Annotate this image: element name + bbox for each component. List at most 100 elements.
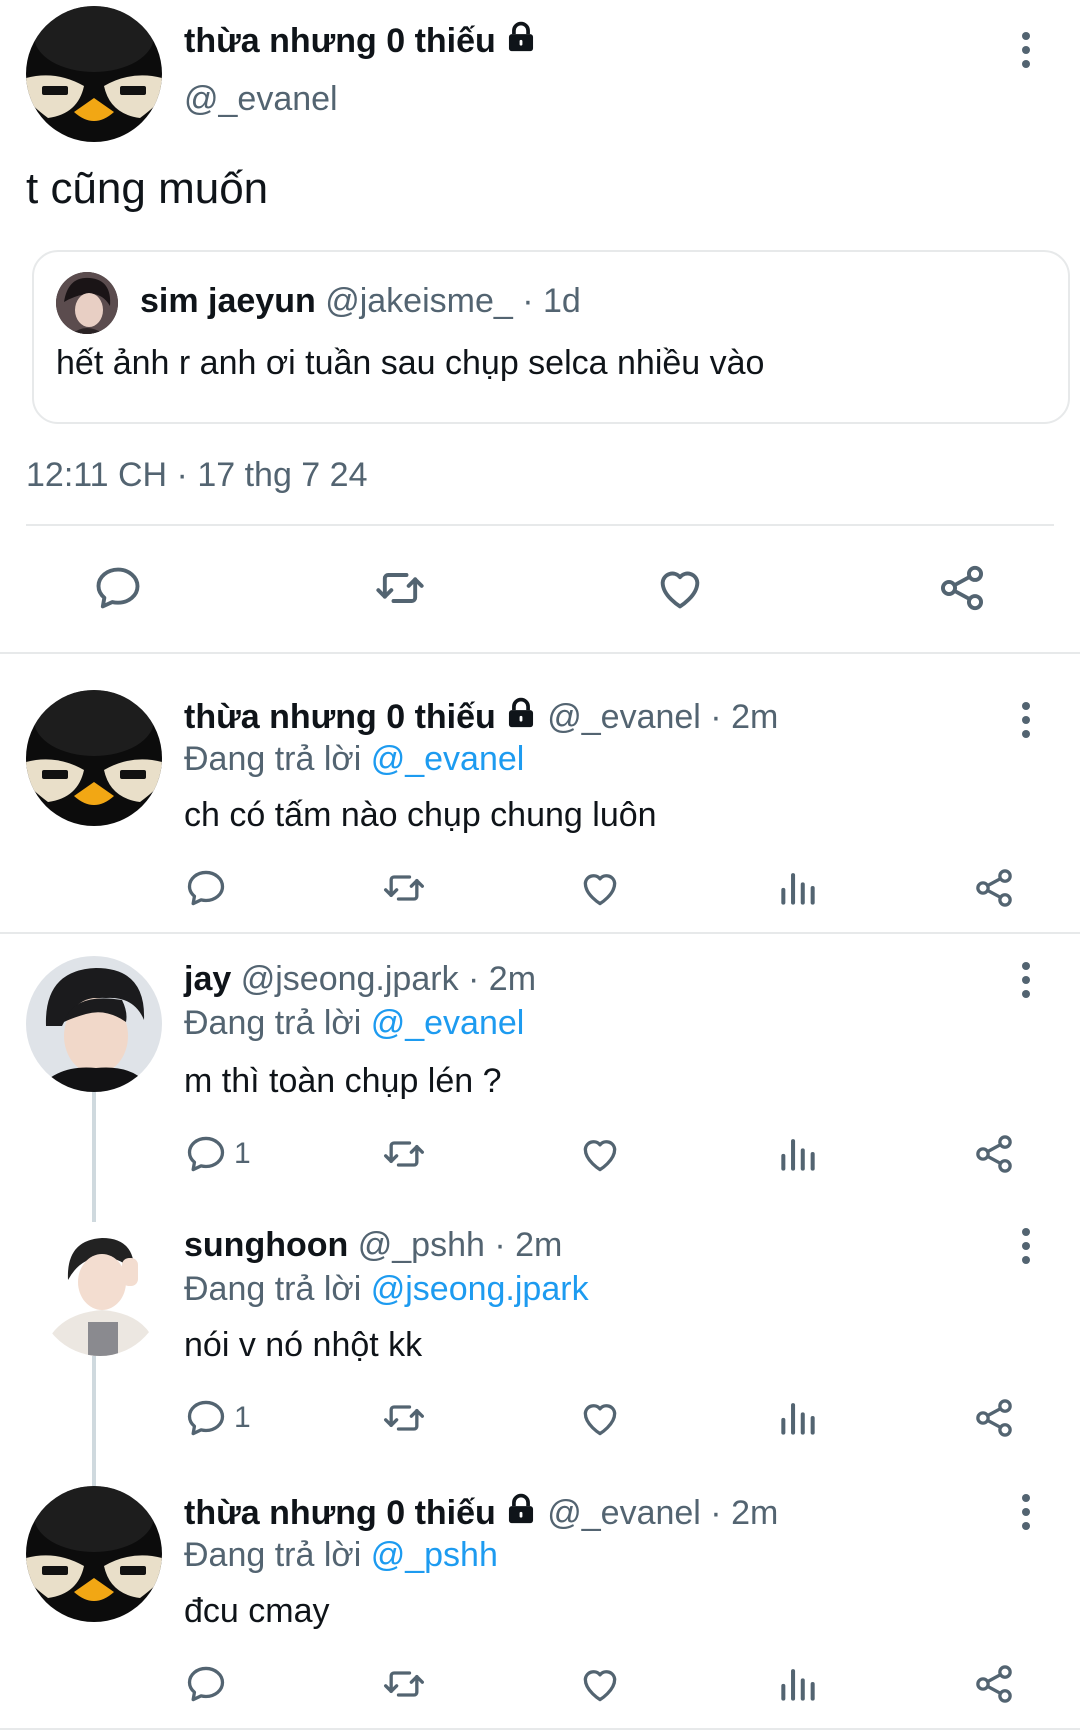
- lock-icon: [504, 696, 538, 730]
- reply-text: nói v nó nhột kk: [184, 1326, 423, 1364]
- analytics-icon: [776, 866, 820, 910]
- lock-icon: [504, 1492, 538, 1526]
- share-button[interactable]: [972, 1132, 1016, 1176]
- reply-count: 1: [234, 1401, 251, 1434]
- like-icon: [578, 1132, 622, 1176]
- reply-icon: [92, 562, 144, 614]
- timestamp: 12:11 CH · 17 thg 7 24: [26, 456, 368, 494]
- retweet-icon: [380, 1132, 428, 1176]
- retweet-button[interactable]: [380, 866, 428, 910]
- thread-line: [92, 1356, 96, 1486]
- like-icon: [578, 1662, 622, 1706]
- quote-author-name: sim jaeyun: [140, 282, 316, 320]
- person-avatar-icon: [56, 272, 118, 334]
- retweet-button[interactable]: [380, 1132, 428, 1176]
- author-name[interactable]: thừa nhưng 0 thiếu: [184, 698, 496, 736]
- reply-icon: [184, 1662, 228, 1706]
- reply-button[interactable]: [184, 866, 234, 910]
- retweet-icon: [380, 1396, 428, 1440]
- share-icon: [972, 1662, 1016, 1706]
- analytics-icon: [776, 1132, 820, 1176]
- handle-time[interactable]: @jseong.jpark · 2m: [241, 960, 536, 998]
- avatar: [56, 272, 118, 334]
- penguin-avatar-icon: [26, 1486, 162, 1622]
- handle-time[interactable]: @_pshh · 2m: [358, 1226, 563, 1264]
- like-icon: [578, 866, 622, 910]
- retweet-icon: [380, 1662, 428, 1706]
- like-icon: [654, 562, 706, 614]
- reply-button[interactable]: [184, 1662, 234, 1706]
- thread-line: [92, 1092, 96, 1222]
- more-icon[interactable]: [1006, 688, 1046, 748]
- divider: [0, 932, 1080, 934]
- replying-to-link[interactable]: @_evanel: [371, 740, 525, 778]
- more-icon[interactable]: [1006, 1214, 1046, 1274]
- analytics-button[interactable]: [776, 1662, 820, 1706]
- replying-label: Đang trả lời: [184, 1536, 362, 1574]
- reply-header: thừa nhưng 0 thiếu @_evanel · 2m: [184, 696, 778, 737]
- person-avatar-icon: [36, 1222, 164, 1356]
- share-icon: [972, 866, 1016, 910]
- person-avatar-icon: [26, 956, 162, 1092]
- quote-text: hết ảnh r anh ơi tuần sau chụp selca nhi…: [56, 344, 765, 382]
- more-icon[interactable]: [1006, 18, 1046, 78]
- analytics-button[interactable]: [776, 1396, 820, 1440]
- reply-button[interactable]: 1: [184, 1396, 251, 1440]
- retweet-icon: [380, 866, 428, 910]
- reply-text: đcu cmay: [184, 1592, 330, 1630]
- lock-icon: [504, 20, 538, 54]
- reply-icon: [184, 866, 228, 910]
- like-icon: [578, 1396, 622, 1440]
- share-icon: [936, 562, 988, 614]
- share-icon: [972, 1132, 1016, 1176]
- like-button[interactable]: [578, 1132, 622, 1176]
- author-name[interactable]: thừa nhưng 0 thiếu: [184, 20, 538, 61]
- quote-handle-time: @jakeisme_ · 1d: [325, 282, 581, 320]
- penguin-avatar-icon: [26, 6, 162, 142]
- author-name[interactable]: jay: [184, 960, 231, 998]
- reply-text: ch có tấm nào chụp chung luôn: [184, 796, 657, 834]
- analytics-button[interactable]: [776, 1132, 820, 1176]
- more-icon[interactable]: [1006, 948, 1046, 1008]
- author-handle[interactable]: @_evanel: [184, 80, 338, 119]
- share-button[interactable]: [972, 1662, 1016, 1706]
- tweet-text: t cũng muốn: [26, 164, 269, 213]
- retweet-button[interactable]: [372, 562, 428, 614]
- author-name[interactable]: sunghoon: [184, 1226, 348, 1264]
- like-button[interactable]: [578, 1662, 622, 1706]
- replying-to-link[interactable]: @_pshh: [371, 1536, 498, 1574]
- reply-text: m thì toàn chụp lén ?: [184, 1062, 502, 1100]
- avatar[interactable]: [26, 690, 162, 826]
- share-button[interactable]: [972, 1396, 1016, 1440]
- like-button[interactable]: [654, 562, 706, 614]
- replying-to-link[interactable]: @_evanel: [371, 1004, 525, 1042]
- retweet-button[interactable]: [380, 1662, 428, 1706]
- handle-time[interactable]: @_evanel · 2m: [547, 698, 778, 736]
- share-button[interactable]: [936, 562, 988, 614]
- penguin-avatar-icon: [26, 690, 162, 826]
- avatar[interactable]: [26, 6, 162, 142]
- share-icon: [972, 1396, 1016, 1440]
- more-icon[interactable]: [1006, 1480, 1046, 1540]
- analytics-button[interactable]: [776, 866, 820, 910]
- avatar[interactable]: [26, 1486, 162, 1622]
- share-button[interactable]: [972, 866, 1016, 910]
- divider: [0, 1728, 1080, 1730]
- retweet-button[interactable]: [380, 1396, 428, 1440]
- divider: [0, 652, 1080, 654]
- avatar[interactable]: [26, 956, 162, 1092]
- reply-count: 1: [234, 1137, 251, 1170]
- reply-icon: [184, 1132, 228, 1176]
- author-name[interactable]: thừa nhưng 0 thiếu: [184, 1494, 496, 1532]
- reply-button[interactable]: [92, 562, 144, 614]
- quoted-tweet[interactable]: sim jaeyun @jakeisme_ · 1d hết ảnh r anh…: [32, 250, 1070, 424]
- analytics-icon: [776, 1662, 820, 1706]
- replying-to-link[interactable]: @jseong.jpark: [371, 1270, 589, 1308]
- like-button[interactable]: [578, 866, 622, 910]
- reply-button[interactable]: 1: [184, 1132, 251, 1176]
- like-button[interactable]: [578, 1396, 622, 1440]
- replying-label: Đang trả lời: [184, 740, 362, 778]
- avatar[interactable]: [36, 1222, 164, 1356]
- handle-time[interactable]: @_evanel · 2m: [547, 1494, 778, 1532]
- replying-label: Đang trả lời: [184, 1004, 362, 1042]
